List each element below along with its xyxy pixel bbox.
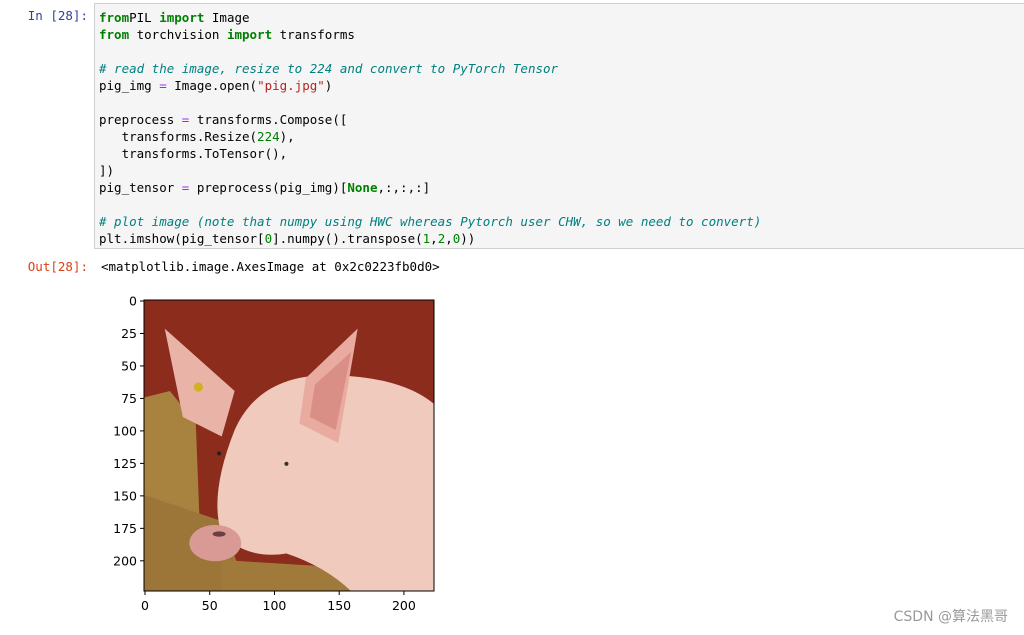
x-tick-label: 50 (202, 598, 218, 613)
code-line: plt.imshow(pig_tensor[0].numpy().transpo… (99, 230, 761, 247)
x-tick-label: 100 (263, 598, 287, 613)
code-line: # read the image, resize to 224 and conv… (99, 60, 761, 77)
code-token: preprocess (99, 112, 182, 127)
code-cell-editor[interactable]: fromPIL import Image from torchvision imp… (94, 3, 1024, 249)
code-token: transforms (272, 27, 355, 42)
code-token: ), (279, 129, 295, 144)
y-tick-label: 200 (113, 553, 137, 568)
code-token: # plot image (note that numpy using HWC … (99, 214, 762, 229)
code-token: ) (324, 78, 333, 93)
y-tick-label: 100 (113, 423, 137, 438)
y-tick-label: 25 (121, 326, 137, 341)
x-tick-label: 0 (141, 598, 149, 613)
code-token: import (159, 10, 205, 25)
code-token: preprocess(pig_img)[ (189, 180, 348, 195)
code-token: 224 (257, 129, 280, 144)
code-token: pig_tensor (99, 180, 182, 195)
output-text: <matplotlib.image.AxesImage at 0x2c0223f… (101, 259, 440, 274)
code-line: pig_tensor = preprocess(pig_img)[None,:,… (99, 179, 761, 196)
watermark: CSDN @算法黑哥 (893, 609, 1008, 625)
code-text[interactable]: fromPIL import Image from torchvision imp… (99, 9, 761, 247)
x-tick-label: 200 (392, 598, 416, 613)
code-line: transforms.Resize(224), (99, 128, 761, 145)
code-token: )) (460, 231, 476, 246)
code-token: transforms.ToTensor(), (99, 146, 288, 161)
code-token: "pig.jpg" (257, 78, 325, 93)
y-tick-label: 125 (113, 456, 137, 471)
y-tick-label: 0 (129, 294, 137, 309)
code-token: , (445, 231, 453, 246)
x-tick-label: 150 (327, 598, 351, 613)
code-token: from (99, 27, 130, 42)
y-tick-label: 175 (113, 521, 137, 536)
code-line: fromPIL import Image (99, 9, 761, 26)
imshow-plot: 0 50 100 150 200 0 25 50 75 100 125 150 175 200 (113, 294, 435, 613)
code-token: ,:,:,:] (377, 180, 431, 195)
code-token: ].numpy().transpose( (272, 231, 423, 246)
code-token: Image.open( (166, 78, 258, 93)
code-token: transforms.Compose([ (189, 112, 348, 127)
y-tick-label: 75 (121, 391, 137, 406)
input-prompt: In [28]: (27, 8, 88, 23)
code-token: Image (204, 10, 250, 25)
pig-image (144, 300, 434, 591)
code-token: from (99, 10, 130, 25)
code-token: transforms.Resize( (99, 129, 258, 144)
code-line: from torchvision import transforms (99, 26, 761, 43)
code-line: preprocess = transforms.Compose([ (99, 111, 761, 128)
code-token: # read the image, resize to 224 and conv… (99, 61, 559, 76)
code-token: PIL (129, 10, 160, 25)
code-token: import (226, 27, 273, 42)
code-token: = (159, 78, 167, 93)
output-prompt: Out[28]: (27, 259, 88, 274)
code-line: ]) (99, 162, 761, 179)
code-token: ]) (99, 163, 115, 178)
y-tick-label: 150 (113, 488, 137, 503)
code-token: None (347, 180, 378, 195)
code-line: pig_img = Image.open("pig.jpg") (99, 77, 761, 94)
code-line: # plot image (note that numpy using HWC … (99, 213, 761, 230)
code-line: transforms.ToTensor(), (99, 145, 761, 162)
code-token: torchvision (129, 27, 227, 42)
code-token: pig_img (99, 78, 160, 93)
y-tick-label: 50 (121, 358, 137, 373)
code-token: 0 (264, 231, 273, 246)
code-token: plt.imshow(pig_tensor[ (99, 231, 265, 246)
code-token: , (430, 231, 438, 246)
